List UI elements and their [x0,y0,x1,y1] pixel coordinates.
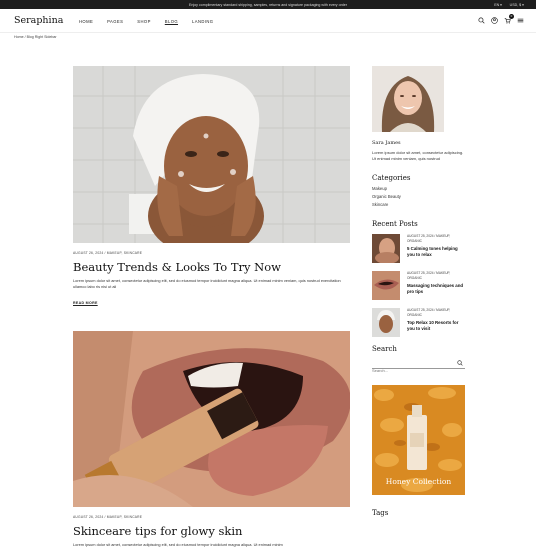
recent-post-title[interactable]: 5 Calming tones helping you to relax [407,246,465,258]
search-icon[interactable] [478,17,485,24]
sidebar-search [372,359,465,373]
main-nav: HOME PAGES SHOP BLOG LANDING [79,19,213,24]
cart-icon[interactable]: 0 [504,14,514,24]
user-icon[interactable] [491,17,498,24]
post-image-lips-perfume[interactable] [73,331,350,507]
language-selector[interactable]: EN ▾ [494,3,502,7]
currency-selector[interactable]: USD, $ ▾ [510,3,524,7]
site-logo[interactable]: Seraphina [14,15,63,26]
promo-banner[interactable]: Honey Collection [372,385,465,495]
read-more-link[interactable]: READ MORE [73,301,98,305]
post-meta: AUGUST 26, 2024 / MAKEUP, SKINCARE [73,515,143,519]
recent-post[interactable]: AUGUST 25, 2024 / MAKEUP, ORGANIC 5 Calm… [372,234,465,263]
post-excerpt: Lorem ipsum dolor sit amet, consectetur … [73,278,341,289]
recent-post[interactable]: AUGUST 25, 2024 / MAKEUP, ORGANIC Massag… [372,271,465,300]
categories-list: Makeup Organic Beauty Skincare [372,185,465,209]
post-title[interactable]: Beauty Trends & Looks To Try Now [73,260,350,274]
author-photo [372,66,444,132]
nav-shop[interactable]: SHOP [137,19,150,24]
blog-post: AUGUST 26, 2024 / MAKEUP, SKINCARE Beaut… [73,66,350,309]
category-link[interactable]: Skincare [372,201,465,209]
site-header: Seraphina HOME PAGES SHOP BLOG LANDING 0 [0,9,536,33]
blog-post: AUGUST 26, 2024 / MAKEUP, SKINCARE Skinc… [73,331,350,548]
recent-post-thumb[interactable] [372,234,400,263]
recent-posts-list: AUGUST 25, 2024 / MAKEUP, ORGANIC 5 Calm… [372,234,465,337]
banner-text: Honey Collection [385,477,452,486]
category-link[interactable]: Makeup [372,185,465,193]
category-link[interactable]: Organic Beauty [372,193,465,201]
breadcrumb: Home / Blog Right Sidebar [14,35,57,39]
recent-post-meta: AUGUST 25, 2024 / MAKEUP, ORGANIC [407,271,451,280]
author-bio: Lorem ipsum dolor sit amet, consectetur … [372,150,464,161]
recent-posts-heading: Recent Posts [372,220,418,228]
nav-landing[interactable]: LANDING [192,19,213,24]
tags-heading: Tags [372,509,389,517]
post-image-woman-towel[interactable] [73,66,350,243]
categories-heading: Categories [372,174,411,182]
search-heading: Search [372,345,397,353]
author-name: Sara James [372,140,401,146]
post-meta: AUGUST 26, 2024 / MAKEUP, SKINCARE [73,251,143,255]
cart-count-badge: 0 [509,14,514,19]
recent-post-title[interactable]: Top Relax 10 Resorts for you to visit [407,320,465,332]
nav-home[interactable]: HOME [79,19,93,24]
nav-blog[interactable]: BLOG [165,19,178,24]
recent-post[interactable]: AUGUST 25, 2024 / MAKEUP, ORGANIC Top Re… [372,308,465,337]
recent-post-title[interactable]: Massaging techniques and pro tips [407,283,465,295]
announcement-bar: Enjoy complimentary standard shipping, s… [0,0,536,9]
recent-post-thumb[interactable] [372,308,400,337]
search-icon[interactable] [457,360,463,366]
recent-post-meta: AUGUST 25, 2024 / MAKEUP, ORGANIC [407,234,451,243]
search-input[interactable] [372,368,452,373]
nav-pages[interactable]: PAGES [107,19,123,24]
recent-post-meta: AUGUST 25, 2024 / MAKEUP, ORGANIC [407,308,451,317]
menu-icon[interactable] [517,17,524,24]
sidebar: Sara James Lorem ipsum dolor sit amet, c… [372,66,465,517]
recent-post-thumb[interactable] [372,271,400,300]
promo-text: Enjoy complimentary standard shipping, s… [188,2,347,7]
post-title[interactable]: Skinceare tips for glowy skin [73,524,350,538]
